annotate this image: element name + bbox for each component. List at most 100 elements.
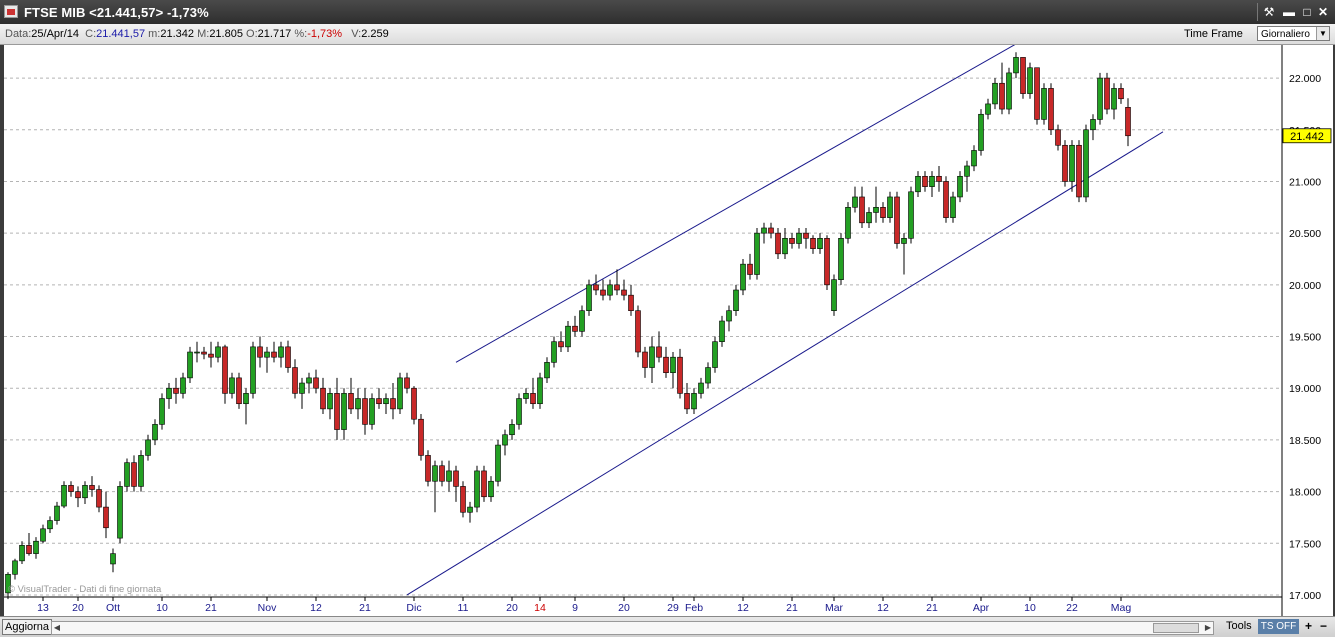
candle-body: [810, 238, 816, 249]
candle-body: [201, 351, 207, 355]
candle-body: [264, 351, 270, 358]
chevron-down-icon[interactable]: ▼: [1316, 27, 1329, 40]
candle-body: [726, 310, 732, 322]
close-icon[interactable]: ✕: [1314, 4, 1332, 20]
candle-body: [831, 279, 837, 311]
candle-body: [530, 393, 536, 405]
channel-lower-line: [406, 131, 1164, 596]
y-tick-label: 19.500: [1289, 332, 1321, 344]
min-value: 21.342: [160, 28, 195, 40]
candle-body: [929, 175, 935, 187]
x-tick-label: 9: [572, 602, 578, 614]
candle-body: [698, 382, 704, 394]
candle-body: [516, 398, 522, 425]
scroll-thumb[interactable]: [1153, 623, 1199, 633]
max-value: 21.805: [209, 28, 243, 40]
tools-icon[interactable]: ⚒: [1260, 4, 1278, 20]
candle-body: [803, 232, 809, 239]
candle-body: [278, 346, 284, 358]
candle-body: [565, 325, 571, 348]
candle-body: [320, 387, 326, 410]
candle-body: [880, 207, 886, 218]
candle-body: [229, 377, 235, 394]
candle-body: [754, 232, 760, 275]
volume-label: V:: [351, 28, 362, 40]
candle-body: [1034, 67, 1040, 120]
candle-body: [719, 320, 725, 342]
chart-area[interactable]: 22.00021.50021.00020.50020.00019.50019.0…: [4, 45, 1333, 616]
candle-body: [355, 398, 361, 410]
candle-body: [131, 462, 137, 487]
scroll-right-icon[interactable]: ▶: [1203, 622, 1213, 634]
candle-body: [145, 439, 151, 456]
x-tick-label: 22: [1066, 602, 1078, 614]
y-tick-label: 17.000: [1289, 590, 1321, 602]
x-tick-label: 20: [506, 602, 518, 614]
candle-body: [936, 175, 942, 182]
x-tick-label: 29: [667, 602, 679, 614]
last-price-label: 21.442: [1290, 131, 1324, 143]
candle-body: [845, 207, 851, 239]
x-tick-label: 11: [458, 602, 469, 614]
x-tick-label: Dic: [406, 602, 421, 614]
candle-body: [607, 284, 613, 296]
candle-body: [852, 196, 858, 208]
candle-body: [271, 351, 277, 358]
candle-body: [194, 351, 200, 354]
y-tick-label: 20.500: [1289, 228, 1321, 240]
title-separator: [1257, 3, 1258, 21]
candle-body: [740, 263, 746, 291]
zoom-out-button[interactable]: −: [1317, 619, 1330, 634]
y-tick-label: 18.000: [1289, 487, 1321, 499]
candle-body: [313, 377, 319, 389]
candle-body: [306, 377, 312, 384]
candle-body: [453, 470, 459, 487]
x-tick-label: 21: [786, 602, 798, 614]
candle-body: [1083, 129, 1089, 198]
candle-body: [61, 485, 67, 507]
candle-body: [796, 232, 802, 244]
bottom-bar: Aggiorna ◀ ▶ Tools TS OFF + −: [0, 616, 1335, 637]
price-chart[interactable]: 22.00021.50021.00020.50020.00019.50019.0…: [4, 45, 1333, 616]
candle-body: [152, 424, 158, 441]
candle-body: [978, 113, 984, 151]
zoom-in-button[interactable]: +: [1302, 619, 1315, 634]
candle-body: [495, 444, 501, 482]
candle-body: [173, 387, 179, 394]
candle-body: [460, 486, 466, 513]
candle-body: [96, 489, 102, 508]
candle-body: [1125, 107, 1131, 137]
candle-body: [992, 82, 998, 105]
candle-body: [943, 181, 949, 218]
candle-body: [1118, 88, 1124, 100]
tools-button[interactable]: Tools: [1226, 620, 1252, 632]
candle-body: [922, 175, 928, 187]
candle-body: [1048, 88, 1054, 131]
candle-body: [117, 486, 123, 539]
x-tick-label: Apr: [973, 602, 990, 614]
refresh-button[interactable]: Aggiorna: [2, 619, 52, 635]
timeframe-select[interactable]: Giornaliero ▼: [1257, 26, 1330, 41]
minimize-icon[interactable]: ▬: [1280, 4, 1298, 20]
candle-body: [635, 310, 641, 353]
candle-body: [467, 506, 473, 513]
candle-body: [1006, 72, 1012, 110]
candle-body: [82, 485, 88, 499]
candle-body: [1111, 88, 1117, 110]
info-bar: Data:25/Apr/14 C:21.441,57 m:21.342 M:21…: [0, 24, 1335, 45]
candle-body: [523, 393, 529, 399]
scroll-left-icon[interactable]: ◀: [52, 622, 62, 634]
candle-body: [1020, 57, 1026, 94]
candle-body: [817, 238, 823, 249]
horizontal-scrollbar[interactable]: ◀ ▶: [51, 621, 1214, 635]
candle-body: [47, 520, 53, 530]
date-label: Data:: [5, 28, 32, 40]
x-tick-label: 21: [205, 602, 217, 614]
candle-body: [950, 196, 956, 218]
candle-body: [33, 540, 39, 554]
candle-body: [558, 341, 564, 348]
candle-body: [292, 367, 298, 394]
candle-body: [390, 398, 396, 410]
candle-body: [1055, 129, 1061, 146]
ts-off-button[interactable]: TS OFF: [1258, 619, 1299, 634]
